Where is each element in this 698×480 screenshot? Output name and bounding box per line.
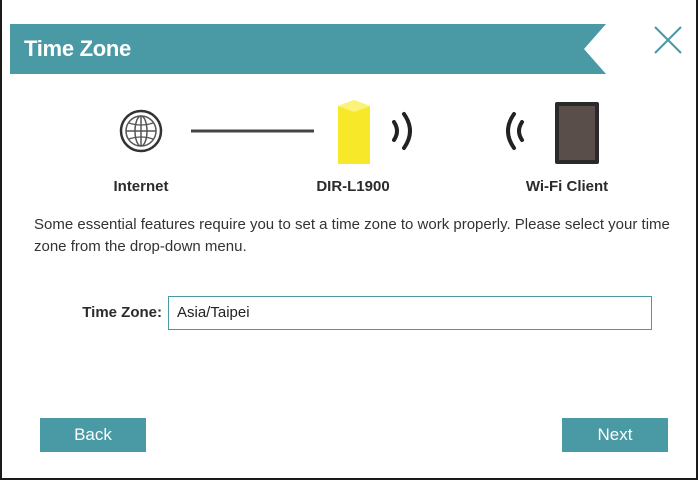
wifi-signal-in-icon [506,112,524,150]
back-button[interactable]: Back [40,418,146,452]
time-zone-dialog: Time Zone Internet DIR-L1900 Wi-Fi Clien… [0,0,698,480]
description-text: Some essential features require you to s… [34,216,670,255]
connection-diagram: Internet DIR-L1900 Wi-Fi Client [2,96,698,206]
wifi-signal-out-icon [392,112,412,150]
title-banner: Time Zone [10,24,606,74]
globe-icon [119,109,163,153]
wifi-client-label: Wi-Fi Client [525,178,609,195]
diagram-graphics [119,100,599,164]
internet-label: Internet [113,178,169,195]
close-button[interactable] [652,24,684,56]
close-x-icon [654,26,682,54]
router-icon [338,100,370,164]
time-zone-select[interactable]: Asia/Taipei [168,296,652,330]
dialog-title: Time Zone [24,36,131,61]
tablet-icon [555,102,599,164]
time-zone-label: Time Zone: [82,304,162,321]
router-label: DIR-L1900 [316,178,390,195]
next-button[interactable]: Next [562,418,668,452]
